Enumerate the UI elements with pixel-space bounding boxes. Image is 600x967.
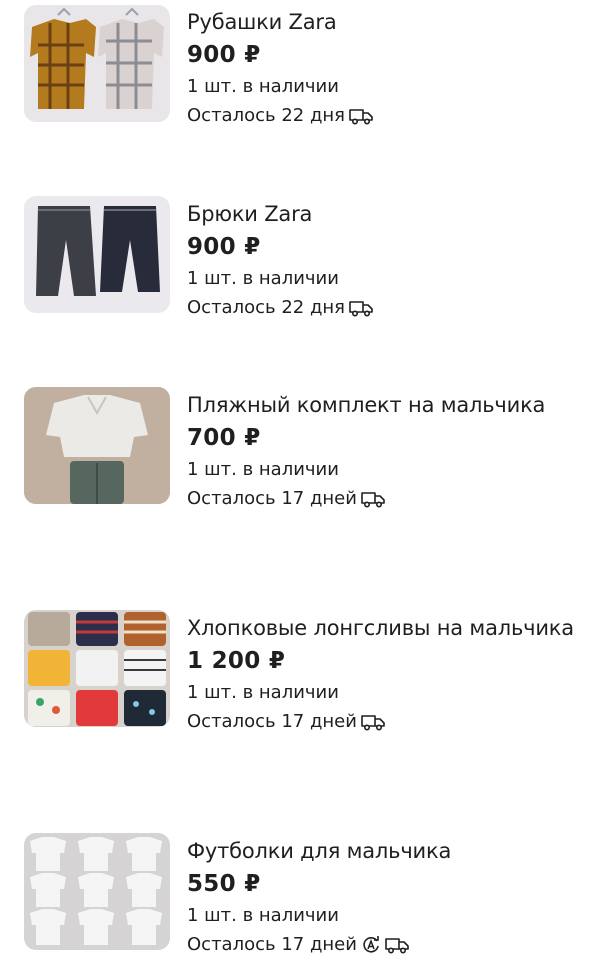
autoload-badge-icon xyxy=(361,935,381,955)
item-time-left: Осталось 22 дня xyxy=(187,293,588,322)
product-thumbnail[interactable] xyxy=(24,610,170,727)
item-price: 900 ₽ xyxy=(187,234,261,260)
item-time-left: Осталось 17 дней xyxy=(187,930,588,959)
time-left-text: Осталось 22 дня xyxy=(187,105,345,126)
item-time-left: Осталось 22 дня xyxy=(187,101,588,130)
item-stock: 1 шт. в наличии xyxy=(187,682,339,703)
product-thumbnail[interactable] xyxy=(24,196,170,313)
product-thumbnail[interactable] xyxy=(24,387,170,504)
product-thumbnail[interactable] xyxy=(24,5,170,122)
delivery-truck-icon xyxy=(361,713,385,731)
delivery-truck-icon xyxy=(361,490,385,508)
time-left-text: Осталось 17 дней xyxy=(187,934,357,955)
item-price: 900 ₽ xyxy=(187,42,261,68)
delivery-truck-icon xyxy=(349,299,373,317)
item-stock: 1 шт. в наличии xyxy=(187,905,339,926)
item-title[interactable]: Футболки для мальчика xyxy=(187,835,588,867)
product-thumbnail[interactable] xyxy=(24,833,170,950)
item-title[interactable]: Пляжный комплект на мальчика xyxy=(187,389,588,421)
item-stock: 1 шт. в наличии xyxy=(187,459,339,480)
item-time-left: Осталось 17 дней xyxy=(187,484,588,513)
time-left-text: Осталось 17 дней xyxy=(187,488,357,509)
delivery-truck-icon xyxy=(349,107,373,125)
item-time-left: Осталось 17 дней xyxy=(187,707,588,736)
item-title[interactable]: Брюки Zara xyxy=(187,198,588,230)
item-price: 700 ₽ xyxy=(187,425,261,451)
time-left-text: Осталось 17 дней xyxy=(187,711,357,732)
time-left-text: Осталось 22 дня xyxy=(187,297,345,318)
item-title[interactable]: Хлопковые лонгсливы на мальчика xyxy=(187,612,588,644)
item-stock: 1 шт. в наличии xyxy=(187,268,339,289)
item-title[interactable]: Рубашки Zara xyxy=(187,6,588,38)
item-price: 550 ₽ xyxy=(187,871,261,897)
item-stock: 1 шт. в наличии xyxy=(187,76,339,97)
item-price: 1 200 ₽ xyxy=(187,648,286,674)
delivery-truck-icon xyxy=(385,936,409,954)
